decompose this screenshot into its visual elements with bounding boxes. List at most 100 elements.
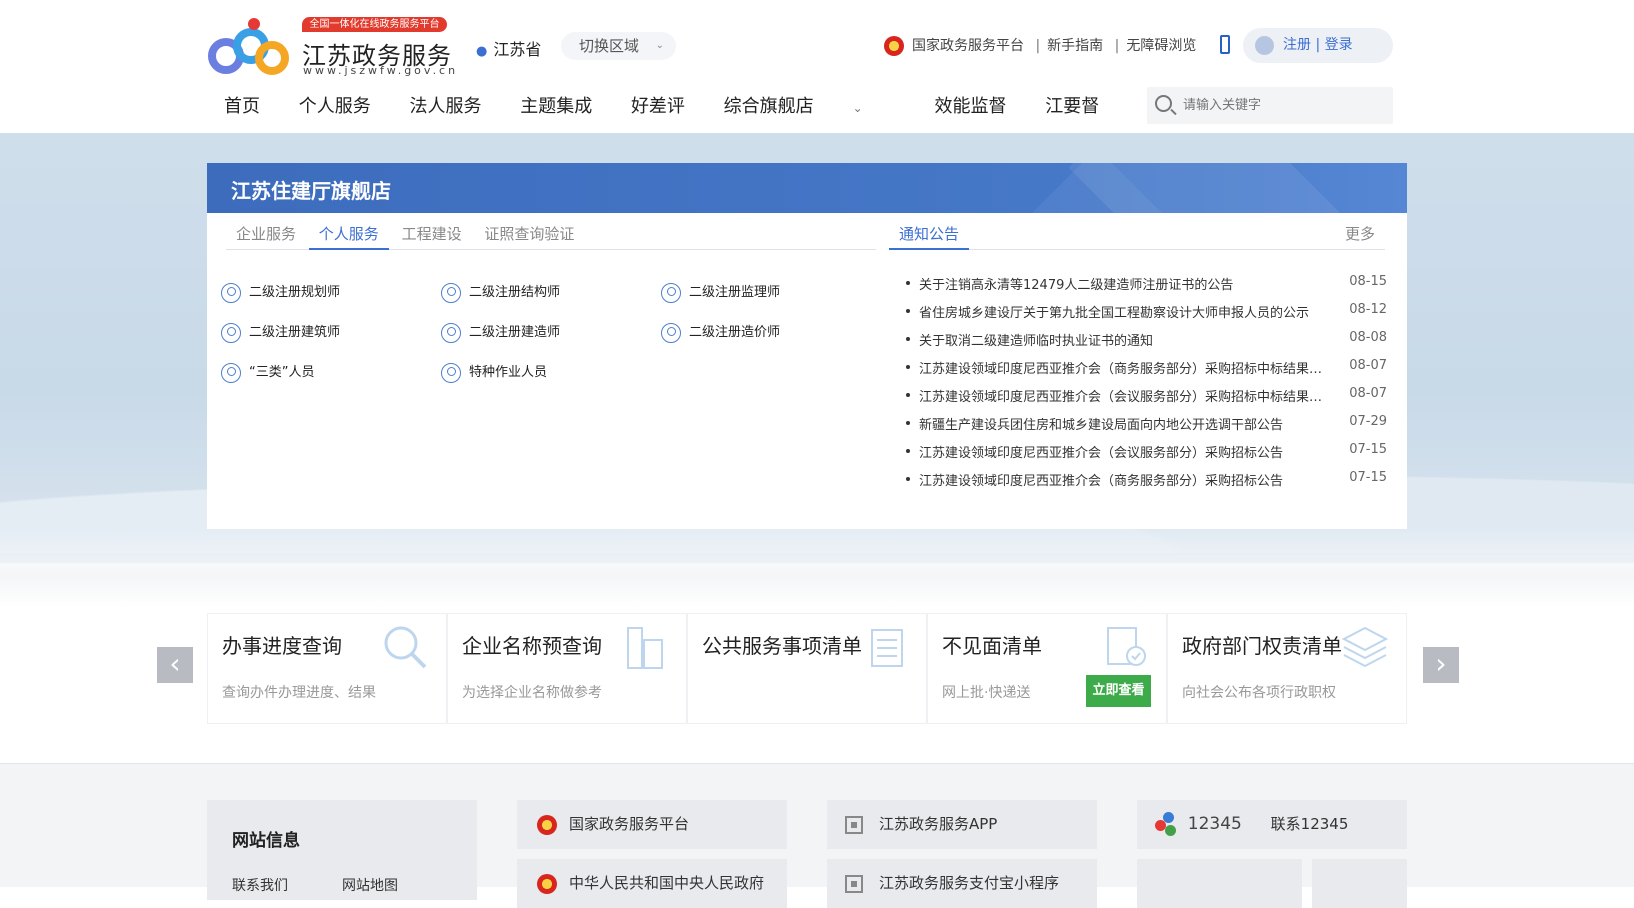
nav-personal[interactable]: 个人服务 (299, 96, 371, 117)
service-label: “三类”人员 (249, 365, 315, 380)
notice-item[interactable]: 关于注销高永清等12479人二级建造师注册证书的公告 08-15 (906, 274, 1387, 293)
nav-rating[interactable]: 好差评 (631, 96, 685, 117)
notice-title: 江苏建设领域印度尼西亚推介会（会议服务部分）采购招标中标结果公... (919, 390, 1329, 405)
service-tabs: 企业服务 个人服务 工程建设 证照查询验证 (226, 225, 876, 250)
service-card[interactable]: 企业名称预查询 为选择企业名称做参考 (447, 613, 687, 724)
nav-jiangyaodu[interactable]: 江要督 (1045, 96, 1099, 117)
carousel-prev-button[interactable]: ‹ (157, 647, 193, 683)
bullet (906, 336, 910, 341)
footer-placeholder-box (1312, 859, 1407, 908)
mobile-icon[interactable] (1220, 35, 1230, 54)
planner-icon (221, 282, 241, 303)
service-label: 二级注册建筑师 (249, 325, 341, 340)
notice-item[interactable]: 江苏建设领域印度尼西亚推介会（商务服务部分）采购招标公告 07-15 (906, 470, 1387, 489)
service-card[interactable]: 办事进度查询 查询办件办理进度、结果 (207, 613, 447, 724)
service-item[interactable]: 二级注册规划师 (221, 281, 340, 303)
tab-enterprise[interactable]: 企业服务 (226, 225, 306, 250)
qr-code-icon (845, 874, 863, 893)
notice-date: 08-15 (1349, 274, 1387, 289)
footer-link-12345[interactable]: 12345 联系12345 (1137, 800, 1407, 849)
card-title: 不见面清单 (942, 634, 1042, 658)
more-link[interactable]: 更多 (1345, 225, 1375, 244)
bullet (906, 420, 910, 425)
separator: | (1035, 38, 1041, 54)
service-label: 二级注册结构师 (469, 285, 561, 300)
footer-link-app[interactable]: 江苏政务服务APP (827, 800, 1097, 849)
service-label: 二级注册监理师 (689, 285, 781, 300)
contact-us-link[interactable]: 联系我们 (232, 875, 288, 895)
service-item[interactable]: 二级注册造价师 (661, 321, 780, 343)
person-icon (221, 362, 241, 383)
footer-link-label: 联系12345 (1270, 815, 1349, 833)
chevron-down-icon: ⌄ (852, 101, 863, 115)
main-nav: 首页 个人服务 法人服务 主题集成 好差评 综合旗舰店 ⌄ 效能监督 江要督 (224, 92, 1132, 118)
nav-home[interactable]: 首页 (224, 96, 260, 117)
service-item[interactable]: 二级注册结构师 (441, 281, 560, 303)
supervisor-icon (661, 282, 681, 303)
service-card[interactable]: 公共服务事项清单 (687, 613, 927, 724)
login-area: 注册 | 登录 (1243, 28, 1393, 63)
layers-icon (1342, 626, 1388, 668)
notice-date: 08-12 (1349, 302, 1387, 317)
search-box (1147, 87, 1393, 124)
switch-region-button[interactable]: 切换区域 ⌄ (561, 32, 676, 60)
platform-badge: 全国一体化在线政务服务平台 (302, 17, 447, 32)
tab-personal[interactable]: 个人服务 (308, 225, 389, 250)
notice-date: 07-15 (1349, 442, 1387, 457)
carousel-next-button[interactable]: › (1423, 647, 1459, 683)
national-emblem-icon (537, 814, 557, 835)
notice-item[interactable]: 江苏建设领域印度尼西亚推介会（商务服务部分）采购招标中标结果公... 08-07 (906, 358, 1387, 377)
service-item[interactable]: “三类”人员 (221, 361, 314, 383)
view-now-button[interactable]: 立即查看 (1086, 675, 1151, 707)
site-logo-icon[interactable] (206, 16, 291, 78)
structure-icon (441, 282, 461, 303)
notice-item[interactable]: 新疆生产建设兵团住房和城乡建设局面向内地公开选调干部公告 07-29 (906, 414, 1387, 433)
notice-title: 江苏建设领域印度尼西亚推介会（商务服务部分）采购招标中标结果公... (919, 362, 1329, 377)
link-national-platform[interactable]: 国家政务服务平台 (912, 38, 1024, 54)
service-label: 二级注册造价师 (689, 325, 781, 340)
notice-date: 07-15 (1349, 470, 1387, 485)
register-link[interactable]: 注册 (1283, 37, 1311, 53)
card-desc: 查询办件办理进度、结果 (222, 685, 376, 701)
tab-license-check[interactable]: 证照查询验证 (474, 225, 584, 250)
search-input[interactable] (1183, 87, 1383, 124)
notice-item[interactable]: 省住房城乡建设厅关于第九批全国工程勘察设计大师申报人员的公示 08-12 (906, 302, 1387, 321)
current-region: ● 江苏省 (476, 36, 541, 60)
nav-supervision[interactable]: 效能监督 (934, 96, 1006, 117)
tab-notices[interactable]: 通知公告 (889, 225, 970, 250)
nav-legal[interactable]: 法人服务 (409, 96, 481, 117)
service-card[interactable]: 政府部门权责清单 向社会公布各项行政职权 (1167, 613, 1407, 724)
login-link[interactable]: 登录 (1325, 37, 1353, 53)
notice-title: 关于注销高永清等12479人二级建造师注册证书的公告 (919, 278, 1234, 293)
link-guide[interactable]: 新手指南 (1047, 38, 1103, 54)
avatar-icon (1255, 36, 1274, 55)
notice-title: 江苏建设领域印度尼西亚推介会（会议服务部分）采购招标公告 (919, 446, 1284, 461)
footer-link-alipay[interactable]: 江苏政务服务支付宝小程序 (827, 859, 1097, 908)
sitemap-link[interactable]: 网站地图 (342, 875, 398, 895)
service-label: 二级注册建造师 (469, 325, 561, 340)
service-item[interactable]: 特种作业人员 (441, 361, 547, 383)
nav-topics[interactable]: 主题集成 (520, 96, 592, 117)
footer-link-label: 中华人民共和国中央人民政府 (569, 874, 765, 892)
notice-item[interactable]: 江苏建设领域印度尼西亚推介会（会议服务部分）采购招标中标结果公... 08-07 (906, 386, 1387, 405)
service-item[interactable]: 二级注册监理师 (661, 281, 780, 303)
footer-link-central-gov[interactable]: 中华人民共和国中央人民政府 (517, 859, 787, 908)
footer-link-national-platform[interactable]: 国家政务服务平台 (517, 800, 787, 849)
architect-icon (221, 322, 241, 343)
notice-date: 07-29 (1349, 414, 1387, 429)
service-card[interactable]: 不见面清单 网上批·快递送 立即查看 (927, 613, 1167, 724)
card-title: 企业名称预查询 (462, 634, 602, 658)
tab-engineering[interactable]: 工程建设 (392, 225, 472, 250)
search-icon[interactable] (1155, 95, 1172, 112)
service-item[interactable]: 二级注册建筑师 (221, 321, 340, 343)
card-desc: 向社会公布各项行政职权 (1182, 685, 1336, 701)
nav-flagship[interactable]: 综合旗舰店 ⌄ (724, 96, 896, 117)
hotline-dots-icon (1155, 811, 1181, 838)
link-accessibility[interactable]: 无障碍浏览 (1126, 38, 1196, 54)
footer-link-label: 江苏政务服务支付宝小程序 (879, 874, 1060, 892)
flagship-store-panel: 江苏住建厅旗舰店 企业服务 个人服务 工程建设 证照查询验证 二级注册规划师 二… (207, 163, 1407, 529)
notice-item[interactable]: 关于取消二级建造师临时执业证书的通知 08-08 (906, 330, 1387, 349)
constructor-icon (441, 322, 461, 343)
service-item[interactable]: 二级注册建造师 (441, 321, 560, 343)
notice-item[interactable]: 江苏建设领域印度尼西亚推介会（会议服务部分）采购招标公告 07-15 (906, 442, 1387, 461)
